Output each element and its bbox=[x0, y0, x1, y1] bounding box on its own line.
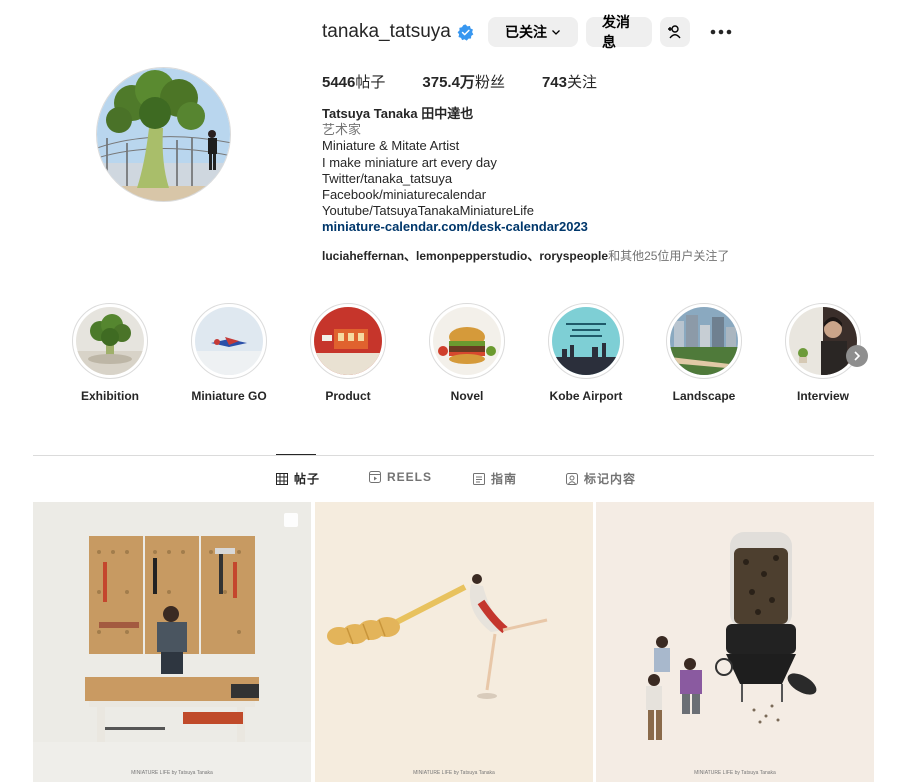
profile-bio: Tatsuya Tanaka 田中達也 艺术家 Miniature & Mita… bbox=[322, 106, 842, 236]
highlight-cover bbox=[670, 307, 738, 375]
highlight-ring bbox=[310, 303, 386, 379]
active-tab-indicator bbox=[276, 454, 316, 455]
post-thumbnail[interactable]: MINIATURE LIFE by Tatsuya Tanaka bbox=[33, 502, 311, 782]
posts-stat: 5446帖子 bbox=[322, 71, 385, 92]
followers-count: 375.4万 bbox=[422, 74, 475, 91]
highlight-landscape[interactable]: Landscape bbox=[664, 303, 744, 403]
more-options-button[interactable] bbox=[706, 17, 736, 47]
message-button[interactable]: 发消息 bbox=[586, 14, 652, 50]
bio-line: Facebook/miniaturecalendar bbox=[322, 187, 487, 203]
followed-by[interactable]: luciaheffernan、lemonpepperstudio、roryspe… bbox=[322, 247, 729, 264]
posts-label: 帖子 bbox=[355, 74, 386, 91]
bio-category: 艺术家 bbox=[322, 122, 362, 138]
profile-username: tanaka_tatsuya bbox=[322, 21, 451, 42]
highlight-cover bbox=[76, 307, 144, 375]
tag-person-icon bbox=[566, 472, 578, 485]
highlight-cover bbox=[314, 307, 382, 375]
bio-full-name: Tatsuya Tanaka 田中達也 bbox=[322, 106, 474, 121]
chevron-down-icon bbox=[552, 30, 560, 35]
highlight-novel[interactable]: Novel bbox=[427, 303, 507, 403]
story-highlights: Exhibition Miniature GO Product Novel Ko… bbox=[72, 303, 872, 413]
following-stat[interactable]: 743关注 bbox=[542, 71, 597, 92]
following-label: 关注 bbox=[566, 74, 597, 91]
bio-website-link[interactable]: miniature-calendar.com/desk-calendar2023 bbox=[322, 219, 842, 235]
followers-label: 粉丝 bbox=[474, 74, 505, 91]
highlight-product[interactable]: Product bbox=[308, 303, 388, 403]
highlights-next-button[interactable] bbox=[846, 345, 868, 367]
highlight-ring bbox=[785, 303, 861, 379]
post-thumbnail[interactable]: MINIATURE LIFE by Tatsuya Tanaka bbox=[596, 502, 874, 782]
tab-posts-label: 帖子 bbox=[294, 472, 321, 486]
grid-icon bbox=[276, 472, 288, 485]
reels-icon bbox=[369, 471, 381, 483]
highlight-miniature-go[interactable]: Miniature GO bbox=[189, 303, 269, 403]
highlight-ring bbox=[666, 303, 742, 379]
add-person-icon bbox=[668, 25, 681, 39]
svg-text:MINIATURE LIFE by Tatsuya Tana: MINIATURE LIFE by Tatsuya Tanaka bbox=[131, 770, 213, 776]
highlight-ring bbox=[548, 303, 624, 379]
highlight-label: Novel bbox=[450, 389, 484, 403]
tab-posts[interactable]: 帖子 bbox=[276, 470, 320, 487]
highlight-kobe-airport[interactable]: Kobe Airport bbox=[546, 303, 626, 403]
highlight-cover bbox=[789, 307, 857, 375]
highlight-cover bbox=[195, 307, 263, 375]
following-button[interactable]: 已关注 bbox=[488, 17, 578, 47]
verified-badge-icon bbox=[457, 23, 474, 41]
profile-avatar[interactable] bbox=[96, 67, 231, 202]
following-button-label: 已关注 bbox=[505, 24, 547, 40]
tab-tagged-label: 标记内容 bbox=[584, 472, 637, 486]
highlight-ring bbox=[72, 303, 148, 379]
highlight-label: Exhibition bbox=[81, 389, 139, 403]
posts-grid: MINIATURE LIFE by Tatsuya Tanaka MINIATU… bbox=[33, 502, 874, 782]
tab-reels[interactable]: REELS bbox=[369, 470, 432, 484]
guide-icon bbox=[473, 472, 485, 485]
chevron-right-icon bbox=[854, 351, 861, 361]
bio-line: Twitter/tanaka_tatsuya bbox=[322, 170, 453, 186]
followed-by-users[interactable]: luciaheffernan、lemonpepperstudio、roryspe… bbox=[322, 249, 608, 263]
highlight-label: Interview bbox=[796, 389, 850, 403]
highlight-cover bbox=[433, 307, 501, 375]
suggest-user-button[interactable] bbox=[660, 17, 690, 47]
bio-line: Youtube/TatsuyaTanakaMiniatureLife bbox=[322, 203, 534, 219]
highlight-label: Product bbox=[325, 389, 371, 403]
bio-line: Miniature & Mitate Artist bbox=[322, 138, 460, 154]
svg-text:MINIATURE LIFE by Tatsuya Tana: MINIATURE LIFE by Tatsuya Tanaka bbox=[694, 770, 776, 776]
highlight-cover bbox=[552, 307, 620, 375]
more-dots-icon bbox=[710, 29, 732, 35]
tab-reels-label: REELS bbox=[387, 470, 433, 484]
highlight-label: Miniature GO bbox=[191, 389, 267, 403]
svg-text:MINIATURE LIFE by Tatsuya Tana: MINIATURE LIFE by Tatsuya Tanaka bbox=[413, 770, 495, 776]
profile-stats: 5446帖子 375.4万粉丝 743关注 bbox=[322, 71, 634, 92]
tab-tagged[interactable]: 标记内容 bbox=[566, 470, 636, 487]
highlight-label: Kobe Airport bbox=[549, 389, 623, 403]
followed-by-suffix: 和其他25位用户关注了 bbox=[608, 249, 730, 263]
highlight-exhibition[interactable]: Exhibition bbox=[70, 303, 150, 403]
bio-line: I make miniature art every day bbox=[322, 154, 497, 170]
highlight-label: Landscape bbox=[672, 389, 736, 403]
following-count: 743 bbox=[541, 74, 567, 91]
tab-guides-label: 指南 bbox=[491, 472, 518, 486]
tabs-divider bbox=[33, 455, 874, 456]
posts-count: 5446 bbox=[322, 74, 356, 91]
highlight-ring bbox=[191, 303, 267, 379]
profile-tabs: 帖子 REELS 指南 标记内容 bbox=[0, 470, 906, 490]
profile-header-row: tanaka_tatsuya 已关注 发消息 bbox=[322, 14, 732, 50]
message-button-label: 发消息 bbox=[602, 14, 630, 50]
tab-guides[interactable]: 指南 bbox=[473, 470, 517, 487]
highlight-ring bbox=[429, 303, 505, 379]
post-thumbnail[interactable]: MINIATURE LIFE by Tatsuya Tanaka bbox=[315, 502, 593, 782]
followers-stat[interactable]: 375.4万粉丝 bbox=[422, 71, 505, 92]
